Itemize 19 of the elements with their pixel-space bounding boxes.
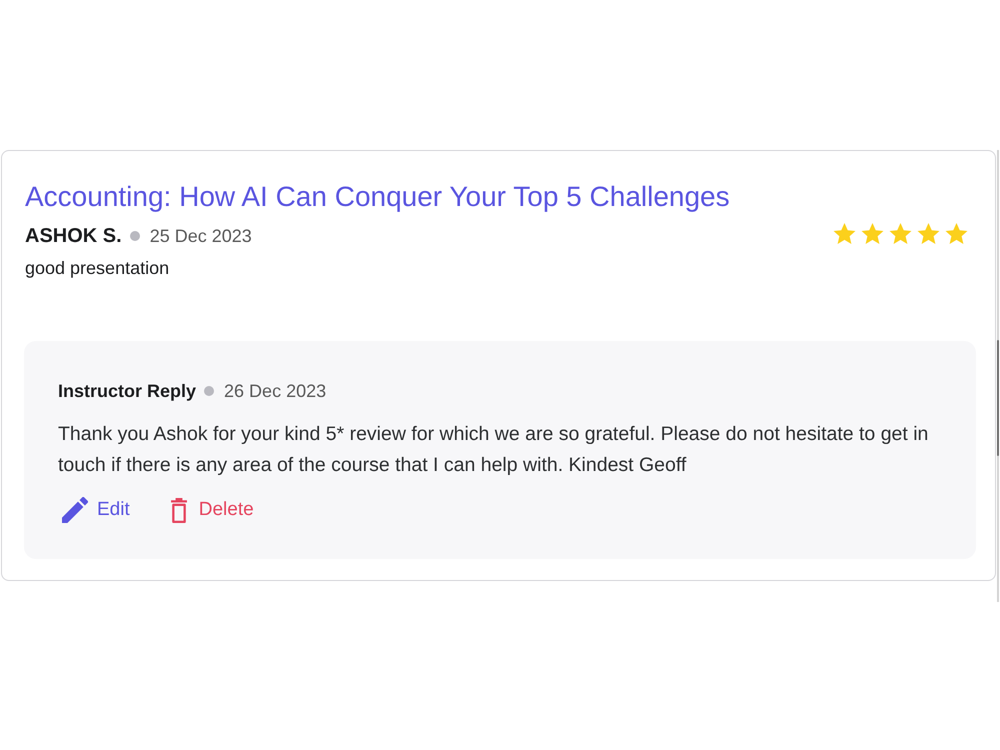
scrollbar-track[interactable] bbox=[997, 150, 999, 602]
review-comment: good presentation bbox=[25, 257, 170, 280]
star-icon bbox=[861, 223, 884, 244]
dot-icon bbox=[130, 231, 140, 241]
dot-icon bbox=[204, 386, 214, 396]
review-date: 25 Dec 2023 bbox=[150, 225, 252, 248]
star-icon bbox=[889, 223, 912, 244]
delete-button[interactable]: Delete bbox=[164, 493, 258, 527]
star-icon bbox=[917, 223, 940, 244]
star-icon bbox=[833, 223, 856, 244]
course-title-link[interactable]: Accounting: How AI Can Conquer Your Top 5 Challenges bbox=[25, 178, 730, 216]
pencil-icon bbox=[62, 497, 88, 523]
star-icon bbox=[945, 223, 968, 244]
reviewer-name: ASHOK S. bbox=[25, 224, 122, 249]
edit-button[interactable]: Edit bbox=[58, 493, 134, 527]
reply-date: 26 Dec 2023 bbox=[224, 380, 326, 403]
scrollbar-thumb[interactable] bbox=[997, 340, 999, 456]
reply-text: Thank you Ashok for your kind 5* review for which we are so grateful. Please do not hesitate to get in touch if there is any area of the course that I can help with. Kindest Geoff bbox=[58, 422, 930, 478]
reply-heading: Instructor Reply bbox=[58, 380, 196, 403]
